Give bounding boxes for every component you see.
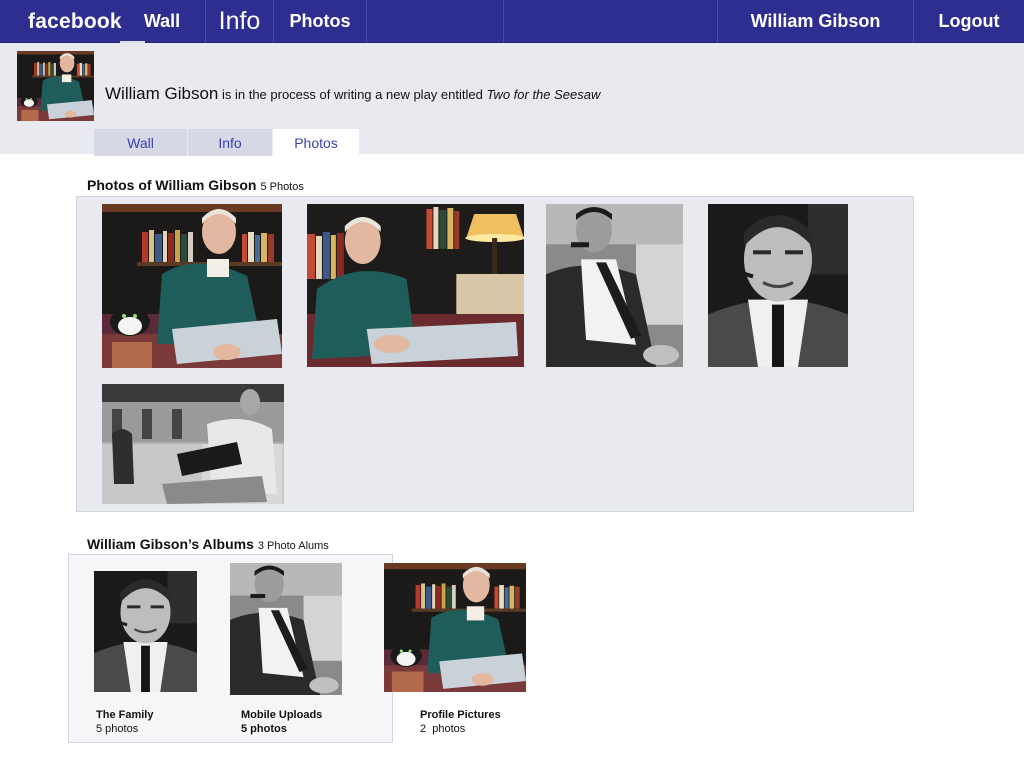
logout-button[interactable]: Logout <box>914 0 1024 43</box>
nav-photos[interactable]: Photos <box>273 0 367 43</box>
photos-section-title: Photos of William Gibson 5 Photos <box>87 177 304 193</box>
tab-photos[interactable]: Photos <box>273 129 359 156</box>
album-photo-count: 2 photos <box>420 723 466 735</box>
photo-thumbnail[interactable] <box>102 384 284 504</box>
tab-wall[interactable]: Wall <box>94 129 187 156</box>
status-text: is in the process of writing a new play … <box>218 87 487 102</box>
album-name[interactable]: The Family <box>96 708 153 722</box>
album-photo-count: 5 photos <box>241 723 287 735</box>
album-cover[interactable] <box>384 563 526 692</box>
albums-section-heading: William Gibson’s Albums <box>87 536 254 552</box>
nav-divider <box>503 0 504 43</box>
albums-section-title: William Gibson’s Albums 3 Photo Alums <box>87 536 329 552</box>
album-item-mobile-uploads[interactable]: Mobile Uploads 5 photos <box>241 708 322 736</box>
albums-count: 3 Photo Alums <box>257 540 329 552</box>
status-line: William Gibson is in the process of writ… <box>105 84 600 104</box>
profile-name[interactable]: William Gibson <box>105 84 218 103</box>
album-cover[interactable] <box>94 571 197 692</box>
photos-section-heading: Photos of William Gibson <box>87 177 257 193</box>
album-item-the-family[interactable]: The Family 5 photos <box>96 708 153 736</box>
album-name[interactable]: Profile Pictures <box>420 708 501 722</box>
album-cover[interactable] <box>230 563 342 695</box>
photo-thumbnail[interactable] <box>708 204 848 367</box>
nav-wall[interactable]: Wall <box>128 0 196 43</box>
profile-avatar[interactable] <box>17 51 94 121</box>
album-item-profile-pictures[interactable]: Profile Pictures 2 photos <box>420 708 501 736</box>
nav-user-name[interactable]: William Gibson <box>717 0 914 43</box>
top-navigation-bar: facebook Wall Info Photos William Gibson… <box>0 0 1024 43</box>
photo-thumbnail[interactable] <box>546 204 683 367</box>
photos-count: 5 Photos <box>260 181 304 193</box>
tab-info[interactable]: Info <box>188 129 272 156</box>
album-name[interactable]: Mobile Uploads <box>241 708 322 722</box>
nav-info[interactable]: Info <box>205 0 273 43</box>
status-play-title: Two for the Seesaw <box>486 87 601 102</box>
photo-thumbnail[interactable] <box>307 204 524 367</box>
facebook-logo[interactable]: facebook <box>28 0 122 43</box>
photo-thumbnail[interactable] <box>102 204 282 368</box>
album-photo-count: 5 photos <box>96 723 139 735</box>
